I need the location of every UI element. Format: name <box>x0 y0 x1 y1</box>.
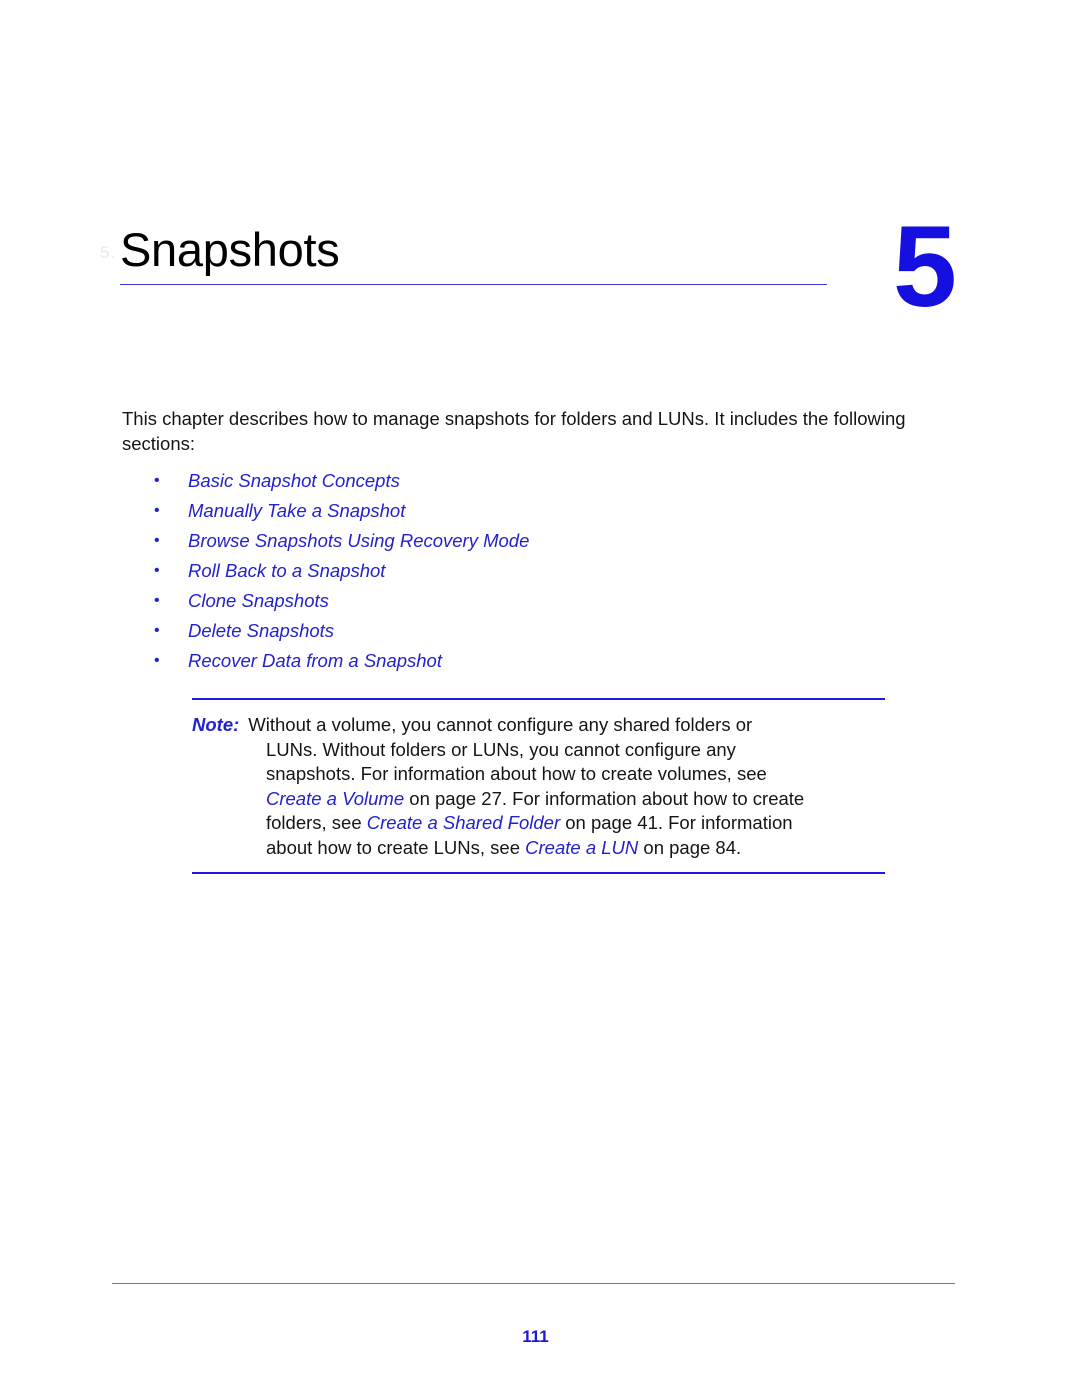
note-text: Without a volume, you cannot configure a… <box>248 714 753 735</box>
bullet-icon: • <box>154 532 160 549</box>
chapter-number: 5 <box>893 203 957 331</box>
note-callout: Note: Without a volume, you cannot config… <box>192 698 885 874</box>
bullet-icon: • <box>154 622 160 639</box>
scan-artifact-mark: 5. <box>100 243 117 262</box>
note-text: on page 41. For information <box>565 812 793 833</box>
bullet-icon: • <box>154 592 160 609</box>
note-text: snapshots. For information about how to … <box>266 763 767 784</box>
list-item[interactable]: • Delete Snapshots <box>122 616 822 646</box>
note-line: Create a Volume on page 27. For informat… <box>192 787 885 812</box>
note-text: on page 27. For information about how to… <box>409 787 805 809</box>
xref-link-create-a-lun[interactable]: Create a LUN <box>525 837 638 858</box>
note-line: about how to create LUNs, see Create a L… <box>192 836 885 861</box>
note-line: LUNs. Without folders or LUNs, you canno… <box>192 738 885 763</box>
xref-link-create-a-shared-folder[interactable]: Create a Shared Folder <box>367 812 560 833</box>
section-link-manually-take-a-snapshot[interactable]: Manually Take a Snapshot <box>188 496 405 526</box>
bullet-icon: • <box>154 472 160 489</box>
list-item[interactable]: • Recover Data from a Snapshot <box>122 646 822 676</box>
document-page: 5. Snapshots 5 This chapter describes ho… <box>0 0 1080 1397</box>
list-item[interactable]: • Clone Snapshots <box>122 586 822 616</box>
list-item[interactable]: • Basic Snapshot Concepts <box>122 466 822 496</box>
note-line: snapshots. For information about how to … <box>192 762 885 787</box>
note-text: on page 84. <box>643 836 742 858</box>
chapter-header: 5. Snapshots 5 <box>0 0 1080 340</box>
section-link-clone-snapshots[interactable]: Clone Snapshots <box>188 586 329 616</box>
note-line: folders, see Create a Shared Folder on p… <box>192 811 885 836</box>
section-link-list: • Basic Snapshot Concepts • Manually Tak… <box>122 466 822 676</box>
intro-paragraph: This chapter describes how to manage sna… <box>122 408 906 454</box>
section-link-browse-snapshots-using-recovery-mode[interactable]: Browse Snapshots Using Recovery Mode <box>188 526 529 556</box>
note-text: about how to create LUNs, see <box>266 836 521 858</box>
page-number: 111 <box>522 1327 549 1346</box>
xref-link-create-a-volume[interactable]: Create a Volume <box>266 788 404 809</box>
list-item[interactable]: • Manually Take a Snapshot <box>122 496 822 526</box>
section-link-basic-snapshot-concepts[interactable]: Basic Snapshot Concepts <box>188 466 400 496</box>
section-link-recover-data-from-a-snapshot[interactable]: Recover Data from a Snapshot <box>188 646 442 676</box>
list-item[interactable]: • Roll Back to a Snapshot <box>122 556 822 586</box>
note-line: Note: Without a volume, you cannot config… <box>192 713 885 738</box>
section-link-roll-back-to-a-snapshot[interactable]: Roll Back to a Snapshot <box>188 556 385 586</box>
note-text: LUNs. Without folders or LUNs, you canno… <box>266 738 736 760</box>
note-body: Note: Without a volume, you cannot config… <box>192 700 885 872</box>
bullet-icon: • <box>154 562 160 579</box>
note-bottom-divider <box>192 872 885 874</box>
note-text: folders, see <box>266 812 362 833</box>
page-title: Snapshots <box>120 223 340 276</box>
note-label: Note: <box>192 714 240 735</box>
footer-divider <box>112 1283 955 1284</box>
bullet-icon: • <box>154 502 160 519</box>
title-divider <box>120 284 827 285</box>
list-item[interactable]: • Browse Snapshots Using Recovery Mode <box>122 526 822 556</box>
bullet-icon: • <box>154 652 160 669</box>
section-link-delete-snapshots[interactable]: Delete Snapshots <box>188 616 334 646</box>
